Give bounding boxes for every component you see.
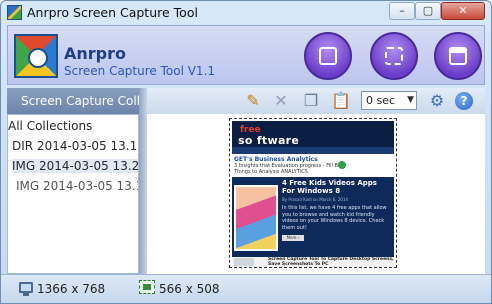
site-logo-bottom: so ftware: [238, 134, 300, 147]
toolbar: ✎ ✕ ❐ 📋 0 sec ▼ ⚙ ?: [147, 88, 485, 114]
gear-icon[interactable]: ⚙: [427, 91, 447, 111]
region-icon: [139, 280, 155, 294]
app-icon: [7, 5, 22, 20]
article-headline: 4 Free Kids Videos Apps For Windows 8: [282, 179, 377, 195]
edit-icon[interactable]: ✎: [243, 91, 263, 111]
square-icon: [319, 47, 337, 65]
tree-item-all[interactable]: All Collections: [8, 119, 92, 133]
article-meta: By Prasad Kodi on March 6, 2014: [282, 197, 348, 202]
capture-fullscreen-button[interactable]: [304, 32, 352, 80]
minimize-button[interactable]: –: [389, 2, 415, 20]
site-footer: Screen Capture Tool To Capture Desktop S…: [232, 257, 394, 267]
ad-icon: [338, 161, 346, 169]
monitor-stand: [23, 293, 29, 296]
status-bar: 1366 x 768 566 x 508: [1, 274, 491, 303]
ad-text: 3 Insights that Evaluation progress - Fi…: [234, 163, 343, 175]
footer-thumb: [234, 258, 254, 266]
preview-area: free so ftware GET's Business Analytics …: [147, 114, 485, 274]
app-header: Anrpro Screen Capture Tool V1.1: [7, 25, 485, 85]
footer-title: Screen Capture Tool To Capture Desktop S…: [268, 257, 394, 267]
capture-window-button[interactable]: [434, 32, 482, 80]
maximize-button[interactable]: ▢: [415, 2, 441, 20]
capture-size: 566 x 508: [159, 282, 220, 296]
site-article: 4 Free Kids Videos Apps For Windows 8 By…: [232, 177, 394, 257]
collection-tree[interactable]: All Collections DIR 2014-03-05 13.17.47 …: [7, 114, 139, 274]
site-ad: GET's Business Analytics 3 Insights that…: [234, 157, 354, 176]
help-icon[interactable]: ?: [455, 92, 473, 110]
panel-splitter[interactable]: [139, 88, 147, 274]
capture-region-button[interactable]: [370, 32, 418, 80]
article-body: In this list, we have 4 free apps that a…: [282, 205, 387, 231]
capture-thumbnail[interactable]: free so ftware GET's Business Analytics …: [229, 118, 397, 268]
article-more: More ›: [282, 235, 304, 241]
window-title: Anrpro Screen Capture Tool: [27, 5, 198, 20]
monitor-icon: [19, 282, 33, 293]
window-icon: [449, 47, 467, 65]
copy-icon[interactable]: ❐: [301, 91, 321, 111]
paste-icon[interactable]: 📋: [331, 91, 351, 111]
delete-icon[interactable]: ✕: [271, 91, 291, 111]
tree-item-dir[interactable]: DIR 2014-03-05 13.17.47: [12, 139, 138, 153]
close-button[interactable]: ✕: [441, 2, 485, 20]
dashed-square-icon: [385, 47, 403, 65]
screen-resolution: 1366 x 768: [37, 282, 106, 296]
delay-select[interactable]: 0 sec ▼: [361, 91, 417, 110]
delay-value: 0 sec: [366, 94, 396, 107]
brand-subtitle: Screen Capture Tool V1.1: [64, 64, 216, 78]
site-nav: [232, 147, 394, 154]
tree-item-img-selected[interactable]: IMG 2014-03-05 13.21.57: [12, 159, 138, 173]
app-window: Anrpro Screen Capture Tool – ▢ ✕ Anrpro …: [0, 0, 492, 304]
title-bar[interactable]: Anrpro Screen Capture Tool – ▢ ✕: [1, 1, 491, 25]
collection-header: Screen Capture Collection: [7, 88, 139, 114]
chevron-down-icon: ▼: [407, 95, 414, 105]
site-header: free so ftware: [232, 121, 394, 147]
app-logo: [14, 34, 58, 78]
brand-name: Anrpro: [64, 44, 126, 63]
article-photo: [234, 185, 278, 251]
tree-item-img[interactable]: IMG 2014-03-05 13.17.47: [16, 179, 138, 193]
